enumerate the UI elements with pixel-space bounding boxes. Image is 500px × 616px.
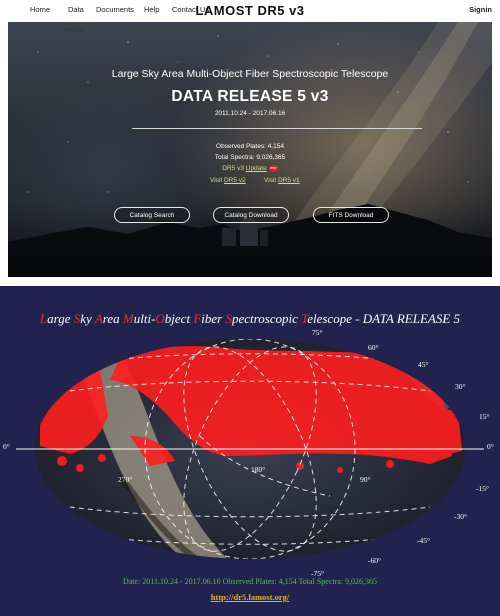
hero-subtitle: Large Sky Area Multi-Object Fiber Spectr… <box>111 68 389 80</box>
sky-coverage-section: Large Sky Area Multi-Object Fiber Spectr… <box>0 286 500 616</box>
hero-banner: Large Sky Area Multi-Object Fiber Spectr… <box>8 22 492 277</box>
dec-45-label: 45° <box>418 360 429 369</box>
ra-0-left-label: 0° <box>3 442 10 451</box>
ra-180-label: 180° <box>251 465 265 474</box>
nav-sub-access[interactable]: Access <box>63 27 84 34</box>
dec-60-label: 60° <box>368 343 379 352</box>
nav-help[interactable]: Help <box>144 5 159 14</box>
catalog-download-button[interactable]: Catalog Download <box>213 207 289 223</box>
visit-v2: Visit DR5 v2 <box>210 177 246 184</box>
nav-data[interactable]: Data <box>68 5 84 14</box>
dec-m60-label: -60° <box>368 556 381 565</box>
visit-prefix: Visit <box>210 177 224 184</box>
nav-documents[interactable]: Documents <box>96 5 134 14</box>
skymap-figure: 75° 60° 45° 30° 15° 0° 0° -15° -30° -45°… <box>3 328 494 578</box>
skymap-footer: Date: 2011.10.24 - 2017.06.16 Observed P… <box>122 577 378 586</box>
dec-75-label: 75° <box>312 328 323 337</box>
dr5-url-link[interactable]: http://dr5.lamost.org/ <box>0 592 500 602</box>
total-spectra: Total Spectra: 9,026,365 <box>214 154 286 161</box>
dec-m15-label: -15° <box>476 484 489 493</box>
update-prefix: DR5 v3 <box>222 165 246 173</box>
update-link[interactable]: Update <box>246 165 267 172</box>
fits-download-button[interactable]: FITS Download <box>313 207 389 223</box>
dec-30-label: 30° <box>455 382 466 391</box>
dec-15-label: 15° <box>479 412 490 421</box>
visit-v1: Visit DR5 v1 <box>264 177 300 184</box>
dec-m30-label: -30° <box>454 512 467 521</box>
visit-dr5-v1-link[interactable]: DR5 v1 <box>278 177 300 184</box>
top-navbar: Home Data Documents Help Contact Us LAMO… <box>0 0 500 22</box>
hero-divider <box>132 128 422 129</box>
observed-plates: Observed Plates: 4,154 <box>216 143 284 150</box>
visit-dr5-v2-link[interactable]: DR5 v2 <box>224 177 246 184</box>
ra-90-label: 90° <box>360 475 371 484</box>
nav-contact-us[interactable]: Contact Us <box>172 5 209 14</box>
nav-home[interactable]: Home <box>30 5 50 14</box>
signin-link[interactable]: Signin <box>469 5 492 14</box>
new-badge-icon: new <box>268 165 278 172</box>
update-line: DR5 v3 Update new <box>8 165 492 172</box>
ra-0-right-label: 0° <box>487 442 494 451</box>
dec-m45-label: -45° <box>417 536 430 545</box>
visit-prefix: Visit <box>264 177 278 184</box>
catalog-search-button[interactable]: Catalog Search <box>114 207 190 223</box>
ra-270-label: 270° <box>118 475 132 484</box>
hero-title: DATA RELEASE 5 v3 <box>171 88 329 105</box>
hero-dates: 2011.10.24 - 2017.06.16 <box>214 110 286 117</box>
